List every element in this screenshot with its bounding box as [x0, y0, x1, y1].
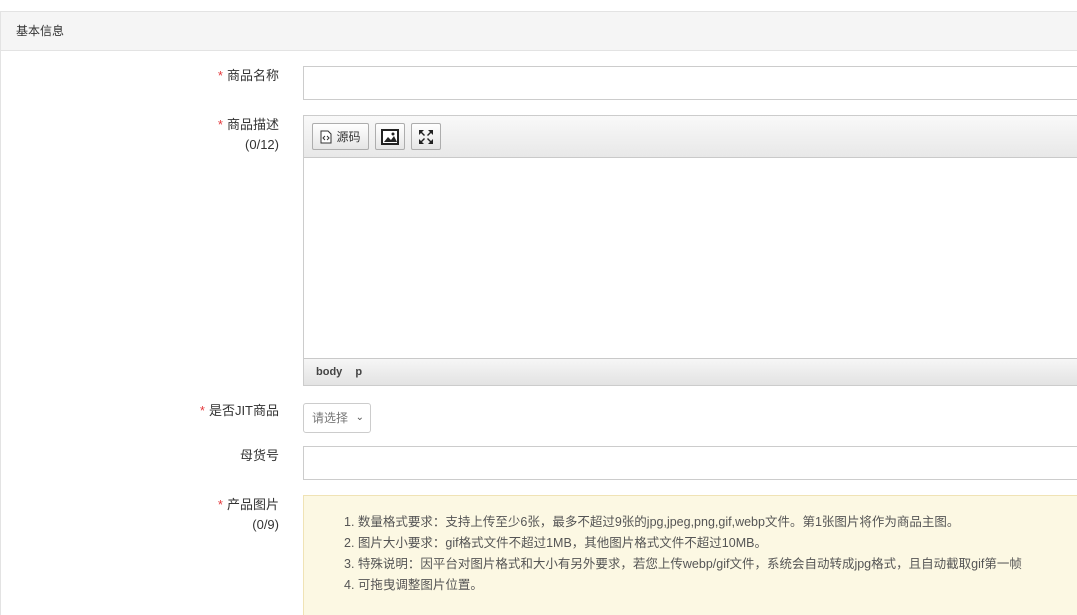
- jit-label: * 是否JIT商品: [199, 403, 279, 418]
- editor-content-area[interactable]: [304, 158, 1077, 358]
- notice-item: 3. 特殊说明：因平台对图片格式和大小有另外要求，若您上传webp/gif文件，…: [344, 557, 1022, 571]
- rich-text-editor[interactable]: 源码 body p: [303, 115, 1077, 386]
- image-icon: [381, 128, 399, 145]
- status-path-p[interactable]: p: [355, 366, 362, 378]
- product-images-label: * 产品图片 (0/9): [218, 495, 279, 535]
- product-images-counter: (0/9): [252, 517, 279, 532]
- notice-item: 1. 数量格式要求：支持上传至少6张，最多不超过9张的jpg,jpeg,png,…: [344, 515, 960, 529]
- source-code-button[interactable]: 源码: [312, 123, 369, 150]
- editor-toolbar: 源码: [304, 116, 1077, 158]
- jit-select-value: 请选择: [312, 411, 349, 425]
- chevron-down-icon: ⌄: [355, 412, 364, 423]
- source-code-icon: [320, 130, 332, 143]
- jit-select[interactable]: 请选择 ⌄: [303, 403, 371, 433]
- insert-image-button[interactable]: [375, 123, 405, 150]
- status-path-body[interactable]: body: [316, 366, 342, 378]
- parent-sku-label: 母货号: [239, 448, 279, 463]
- image-requirements-notice: 1. 数量格式要求：支持上传至少6张，最多不超过9张的jpg,jpeg,png,…: [303, 495, 1077, 615]
- notice-item: 4. 可拖曳调整图片位置。: [344, 578, 483, 592]
- product-desc-label: * 商品描述 (0/12): [218, 115, 279, 155]
- product-name-label: * 商品名称: [217, 68, 279, 83]
- editor-statusbar: body p: [304, 358, 1077, 385]
- required-mark: *: [217, 497, 223, 512]
- product-desc-counter: (0/12): [245, 137, 279, 152]
- required-mark: *: [217, 68, 223, 83]
- notice-item: 2. 图片大小要求：gif格式文件不超过1MB，其他图片格式文件不超过10MB。: [344, 536, 767, 550]
- required-mark: *: [217, 117, 223, 132]
- fullscreen-icon: [419, 129, 433, 144]
- parent-sku-input[interactable]: [303, 446, 1077, 480]
- source-code-label: 源码: [336, 130, 361, 144]
- fullscreen-button[interactable]: [411, 123, 441, 150]
- required-mark: *: [199, 403, 205, 418]
- product-name-input[interactable]: [303, 66, 1077, 100]
- panel-title: 基本信息: [1, 12, 1077, 51]
